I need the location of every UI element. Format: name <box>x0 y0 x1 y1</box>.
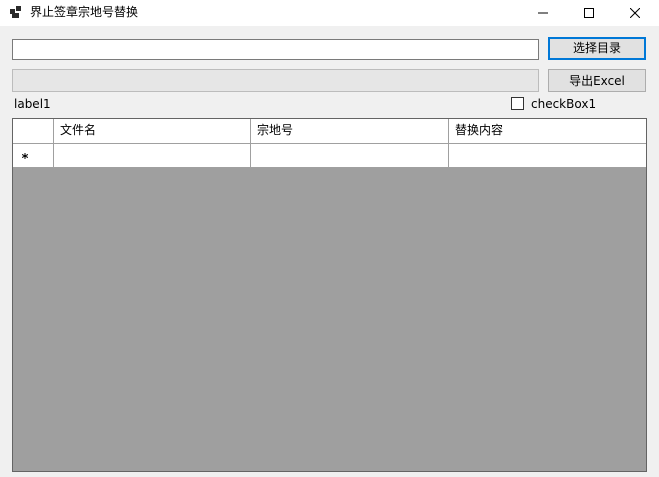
cell-parcel-number[interactable] <box>251 144 449 167</box>
export-excel-button[interactable]: 导出Excel <box>548 69 646 92</box>
cell-replacement[interactable] <box>449 144 646 167</box>
title-bar: 界止签章宗地号替换 <box>0 0 659 26</box>
directory-path-input[interactable] <box>12 39 539 60</box>
cell-filename[interactable] <box>54 144 251 167</box>
close-icon <box>630 8 640 18</box>
progress-bar <box>12 69 539 92</box>
checkbox-label[interactable]: checkBox1 <box>531 97 596 111</box>
column-header-filename[interactable]: 文件名 <box>54 119 251 143</box>
grid-header-row: 文件名 宗地号 替换内容 <box>13 119 646 144</box>
row-header[interactable] <box>13 144 54 167</box>
data-grid[interactable]: 文件名 宗地号 替换内容 <box>12 118 647 472</box>
minimize-icon <box>538 12 548 14</box>
status-label: label1 <box>14 97 51 111</box>
select-directory-button[interactable]: 选择目录 <box>548 37 646 60</box>
close-button[interactable] <box>612 0 658 26</box>
table-row[interactable] <box>13 144 646 168</box>
app-window-icon <box>10 6 21 18</box>
checkbox-box[interactable] <box>511 97 524 110</box>
column-header-parcel-number[interactable]: 宗地号 <box>251 119 449 143</box>
new-row-asterisk-icon <box>22 153 28 159</box>
row-header-corner[interactable] <box>13 119 54 143</box>
maximize-icon <box>584 8 594 18</box>
maximize-button[interactable] <box>566 0 612 26</box>
window-title: 界止签章宗地号替换 <box>30 5 139 19</box>
minimize-button[interactable] <box>520 0 566 26</box>
column-header-replacement[interactable]: 替换内容 <box>449 119 646 143</box>
